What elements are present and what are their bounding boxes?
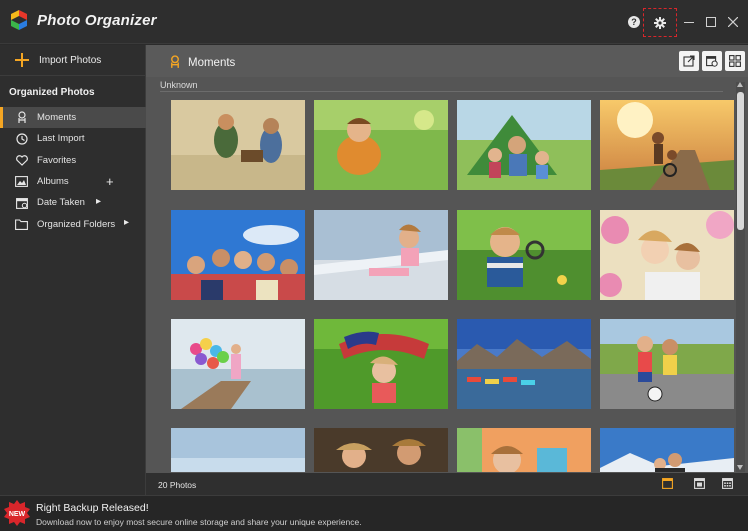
photo-thumbnail[interactable] xyxy=(600,100,734,190)
plus-icon xyxy=(15,53,29,67)
chevron-right-icon[interactable]: ▸ xyxy=(124,217,129,228)
sidebar-item-albums[interactable]: Albums + xyxy=(0,171,146,192)
photo-thumbnail[interactable] xyxy=(600,319,734,409)
heart-icon xyxy=(15,154,28,167)
app-logo-icon xyxy=(11,10,27,30)
calendar-31-icon xyxy=(693,478,705,489)
group-label: Unknown xyxy=(160,80,198,90)
sidebar-item-label: Organized Folders xyxy=(37,218,116,230)
import-photos-button[interactable]: Import Photos xyxy=(0,45,146,76)
gear-icon xyxy=(654,16,666,29)
new-badge-icon: NEW xyxy=(4,500,30,526)
scrollbar-thumb[interactable] xyxy=(737,92,744,230)
sidebar-item-label: Favorites xyxy=(37,154,77,166)
grid-icon xyxy=(729,55,741,67)
notification-text: Download now to enjoy most secure online… xyxy=(36,517,362,527)
import-photos-label: Import Photos xyxy=(39,54,102,66)
group-divider xyxy=(160,91,723,92)
maximize-icon xyxy=(706,17,716,27)
photo-thumbnail[interactable] xyxy=(171,319,305,409)
notification-bar[interactable]: NEW Right Backup Released! Download now … xyxy=(0,495,748,531)
help-icon: ? xyxy=(628,16,640,28)
main-header: Moments xyxy=(146,45,748,77)
sidebar-item-last-import[interactable]: Last Import xyxy=(0,128,146,149)
photo-thumbnail[interactable] xyxy=(171,100,305,190)
app-title: Photo Organizer xyxy=(37,12,157,29)
vertical-scrollbar[interactable] xyxy=(736,82,745,472)
sidebar-item-organized-folders[interactable]: Organized Folders ▸ xyxy=(0,213,146,234)
photo-thumbnail[interactable] xyxy=(171,428,305,472)
status-bar: 20 Photos xyxy=(146,473,748,495)
photo-thumbnail[interactable] xyxy=(314,428,448,472)
organized-photos-heading: Organized Photos xyxy=(9,87,95,98)
sidebar-item-label: Date Taken xyxy=(37,197,85,209)
sidebar-item-favorites[interactable]: Favorites xyxy=(0,150,146,171)
grid-view-button[interactable] xyxy=(725,51,745,71)
maximize-button[interactable] xyxy=(702,13,720,31)
settings-button[interactable] xyxy=(643,8,677,37)
sidebar-nav: Moments Last Import Favorites Albums + D… xyxy=(0,107,146,235)
photo-thumbnail[interactable] xyxy=(600,210,734,300)
year-view-button[interactable] xyxy=(720,476,734,490)
sidebar-item-label: Last Import xyxy=(37,133,85,145)
sidebar-item-moments[interactable]: Moments xyxy=(0,107,146,129)
calendar-icon xyxy=(661,478,673,489)
sidebar-item-label: Albums xyxy=(37,176,69,188)
minimize-button[interactable] xyxy=(680,13,698,31)
last-import-icon xyxy=(15,132,28,145)
photo-thumbnail[interactable] xyxy=(600,428,734,472)
export-button[interactable] xyxy=(679,51,699,71)
photo-thumbnail[interactable] xyxy=(457,428,591,472)
external-link-icon xyxy=(683,55,695,67)
svg-text:NEW: NEW xyxy=(9,511,26,518)
moments-icon xyxy=(15,111,28,124)
month-view-button[interactable] xyxy=(692,476,706,490)
calendar-icon xyxy=(15,196,28,209)
schedule-button[interactable] xyxy=(702,51,722,71)
photo-grid xyxy=(171,100,735,472)
photo-thumbnail[interactable] xyxy=(457,100,591,190)
scroll-up-icon[interactable] xyxy=(737,82,743,87)
sidebar-item-date-taken[interactable]: Date Taken ▸ xyxy=(0,192,146,213)
albums-icon xyxy=(15,175,28,188)
sidebar-item-label: Moments xyxy=(37,112,77,124)
calendar-clock-icon xyxy=(706,56,718,67)
photo-thumbnail[interactable] xyxy=(457,210,591,300)
calendar-grid-icon xyxy=(721,478,733,489)
photo-count: 20 Photos xyxy=(158,480,197,490)
photo-thumbnail[interactable] xyxy=(171,210,305,300)
add-album-button[interactable]: + xyxy=(106,174,114,189)
photo-thumbnail[interactable] xyxy=(314,100,448,190)
notification-title: Right Backup Released! xyxy=(36,502,149,514)
help-button[interactable]: ? xyxy=(625,13,643,31)
photo-thumbnail[interactable] xyxy=(314,210,448,300)
close-button[interactable] xyxy=(724,13,742,31)
moments-icon xyxy=(171,55,179,68)
moments-view-button[interactable] xyxy=(660,476,674,490)
chevron-right-icon[interactable]: ▸ xyxy=(96,196,101,207)
title-bar: Photo Organizer ? xyxy=(0,0,748,44)
minimize-icon xyxy=(684,22,694,23)
photo-thumbnail[interactable] xyxy=(314,319,448,409)
photo-thumbnail[interactable] xyxy=(457,319,591,409)
main-panel: Moments Unknown 20 Photos xyxy=(146,45,748,495)
scroll-down-icon[interactable] xyxy=(737,465,743,470)
sidebar: Import Photos Organized Photos Moments L… xyxy=(0,45,146,495)
page-title: Moments xyxy=(188,57,236,69)
close-icon xyxy=(728,17,738,27)
folder-icon xyxy=(15,218,28,231)
